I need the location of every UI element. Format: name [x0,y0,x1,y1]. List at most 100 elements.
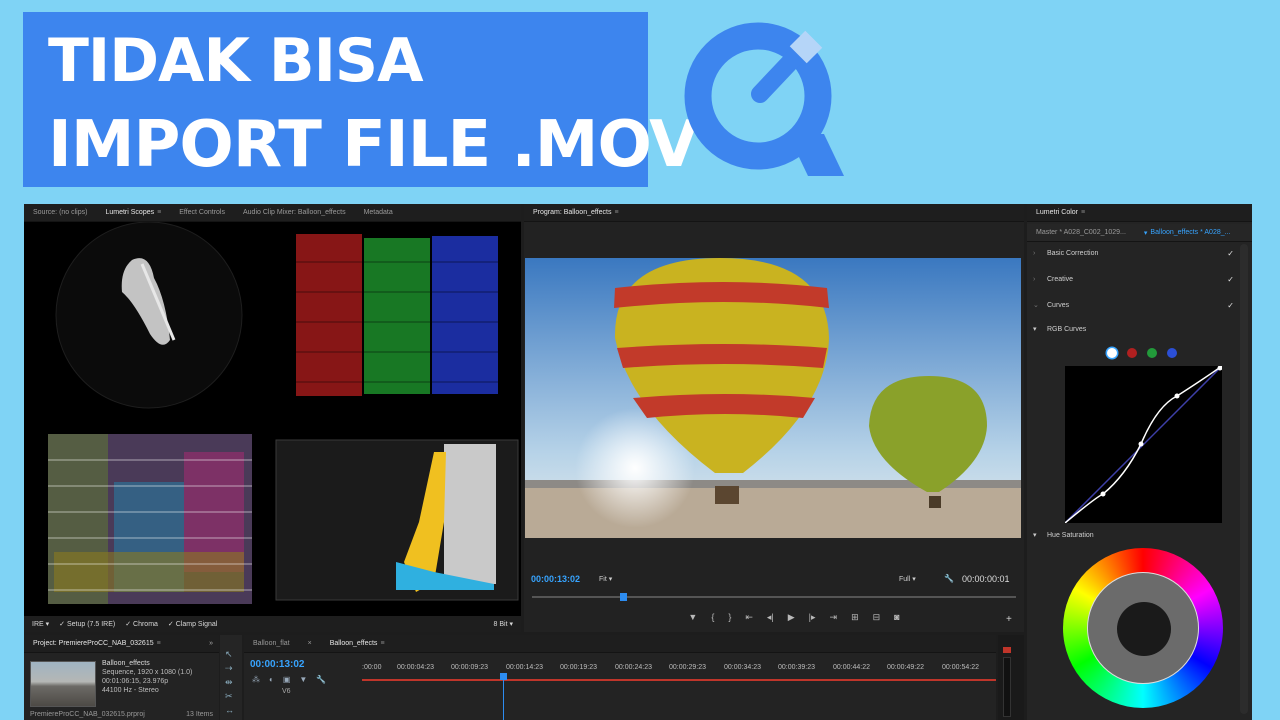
play-icon[interactable]: ▶ [788,612,795,626]
wheel-saturation-ring [1087,572,1199,684]
section-basic-correction[interactable]: › Basic Correction ✓ [1033,244,1234,262]
track-select-tool-icon[interactable]: ⇢ [225,663,233,674]
extract-icon[interactable]: ⊟ [873,612,881,626]
program-monitor: Program: Balloon_effects ≡ 00:00:13:02 F… [524,204,1024,632]
step-back-icon[interactable]: ◂| [767,612,774,626]
project-tabbar: Project: PremiereProCC_NAB_032615 ≡ » [24,635,219,653]
clip-info-line-2: 00:01:06:15, 23.976p [102,678,169,685]
panel-menu-icon[interactable]: ≡ [614,209,618,216]
panel-menu-icon[interactable]: ≡ [1081,209,1085,216]
timeline-timecode[interactable]: 00:00:13:02 [250,659,304,670]
tab-project[interactable]: Project: PremiereProCC_NAB_032615 ≡ [24,640,170,647]
ruler-tick: 00:00:54:22 [942,664,979,671]
ruler-tick: 00:00:29:23 [669,664,706,671]
quicktime-icon [684,22,844,176]
tab-lumetri-scopes[interactable]: Lumetri Scopes ≡ [96,209,170,216]
tab-lumetri-color[interactable]: Lumetri Color ≡ [1027,209,1094,216]
add-marker-icon[interactable]: ▣ [283,675,291,684]
razor-tool-icon[interactable]: ✂ [225,691,233,702]
tab-balloon-flat-label: Balloon_flat [253,640,290,647]
snap-icon[interactable]: ⁂ [252,675,260,684]
close-tab-icon[interactable]: × [299,640,321,647]
scopes-footer: IRE ▾ ✓ Setup (7.5 IRE) ✓ Chroma ✓ Clamp… [24,616,521,632]
curve-channel-selector [1107,348,1177,358]
tab-source[interactable]: Source: (no clips) [24,209,96,216]
rgb-parade [296,234,498,396]
program-timecode[interactable]: 00:00:13:02 [531,574,580,584]
panel-overflow-icon[interactable]: » [209,640,213,647]
quality-dropdown[interactable]: Full ▾ [899,575,916,583]
audio-meter [998,635,1024,720]
step-forward-icon[interactable]: |▸ [809,612,816,626]
section-curves[interactable]: ⌄ Curves ✓ [1033,296,1234,314]
tab-effect-controls[interactable]: Effect Controls [170,209,234,216]
wrench-icon[interactable]: 🔧 [944,574,954,583]
go-to-out-icon[interactable]: ⇥ [830,612,838,626]
program-playhead[interactable] [620,593,627,601]
time-ruler[interactable]: :00:00 00:00:04:23 00:00:09:23 00:00:14:… [362,662,996,676]
linked-selection-icon[interactable]: ◐ [269,675,274,684]
ruler-tick: 00:00:09:23 [451,664,488,671]
clip-info-line-1: Sequence, 1920 x 1080 (1.0) [102,669,193,676]
settings-wrench-icon[interactable]: 🔧 [316,675,326,684]
duration-timecode: 00:00:00:01 [962,574,1010,584]
master-clip-tab[interactable]: Master * A028_C002_1029... [1027,229,1135,236]
add-button-icon[interactable]: + [1006,614,1012,625]
ruler-tick: 00:00:14:23 [506,664,543,671]
tab-program[interactable]: Program: Balloon_effects ≡ [524,209,628,216]
slip-tool-icon[interactable]: ↔ [225,705,234,715]
title-banner: TIDAK BISA IMPORT FILE .MOV [23,12,699,187]
clip-indicator [1003,647,1011,653]
lumetri-title: Lumetri Color [1036,209,1079,216]
basic-correction-checkbox[interactable]: ✓ [1227,249,1234,258]
chroma-label: Chroma [133,621,158,628]
selection-tool-icon[interactable]: ↖ [225,649,233,660]
channel-luma-dot[interactable] [1107,348,1117,358]
tab-audio-mixer[interactable]: Audio Clip Mixer: Balloon_effects [234,209,355,216]
sequence-clip-tab[interactable]: ▾ Balloon_effects * A028_... [1135,229,1240,237]
ripple-edit-tool-icon[interactable]: ⇹ [225,677,233,688]
fit-dropdown[interactable]: Fit ▾ [599,575,612,583]
clamp-checkbox[interactable]: ✓ Clamp Signal [168,620,217,628]
panel-menu-icon[interactable]: ≡ [157,640,161,647]
creative-checkbox[interactable]: ✓ [1227,275,1234,284]
subsection-hue-saturation[interactable]: ▾ Hue Saturation [1033,526,1234,544]
lift-icon[interactable]: ⊞ [851,612,859,626]
premiere-window: Source: (no clips) Lumetri Scopes ≡ Effe… [24,204,1252,720]
curves-checkbox[interactable]: ✓ [1227,301,1234,310]
timeline-controls: ⁂ ◐ ▣ ▼ 🔧 [252,675,326,684]
chroma-checkbox[interactable]: ✓ Chroma [125,620,158,628]
timeline-playhead[interactable] [503,674,504,720]
marker-icon[interactable]: ▼ [299,675,307,684]
go-to-in-icon[interactable]: ⇤ [745,612,753,626]
rgb-curve-editor[interactable] [1065,366,1222,523]
lumetri-scrollbar[interactable] [1240,244,1248,714]
channel-green-dot[interactable] [1147,348,1157,358]
section-creative[interactable]: › Creative ✓ [1033,270,1234,288]
panel-menu-icon[interactable]: ≡ [380,640,384,647]
subsection-rgb-curves[interactable]: ▾ RGB Curves [1033,320,1234,338]
ruler-tick: 00:00:39:23 [778,664,815,671]
program-scrubber[interactable] [532,593,1016,601]
program-title: Program: Balloon_effects [533,209,612,216]
hue-saturation-wheel[interactable] [1063,548,1223,708]
tab-balloon-effects[interactable]: Balloon_effects ≡ [321,640,394,647]
timeline-panel: Balloon_flat × Balloon_effects ≡ 00:00:1… [244,635,996,720]
channel-red-dot[interactable] [1127,348,1137,358]
mark-in-icon[interactable]: { [711,612,714,626]
lumetri-color-panel: Lumetri Color ≡ Master * A028_C002_1029.… [1027,204,1252,720]
clip-thumbnail[interactable] [30,661,96,707]
bit-depth-label: 8 Bit [493,621,508,628]
setup-checkbox[interactable]: ✓ Setup (7.5 IRE) [59,620,115,628]
panel-menu-icon[interactable]: ≡ [157,209,161,216]
tab-metadata[interactable]: Metadata [355,209,402,216]
waveform [48,434,252,604]
mark-out-icon[interactable]: } [728,612,731,626]
tab-balloon-flat[interactable]: Balloon_flat [244,640,299,647]
camera-icon[interactable]: ◙ [894,612,899,626]
marker-icon[interactable]: ▼ [688,612,697,626]
bit-depth-dropdown[interactable]: 8 Bit ▾ [494,620,513,628]
channel-blue-dot[interactable] [1167,348,1177,358]
clip-details: Balloon_effects Sequence, 1920 x 1080 (1… [102,659,192,695]
scale-dropdown[interactable]: IRE ▾ [32,620,49,628]
